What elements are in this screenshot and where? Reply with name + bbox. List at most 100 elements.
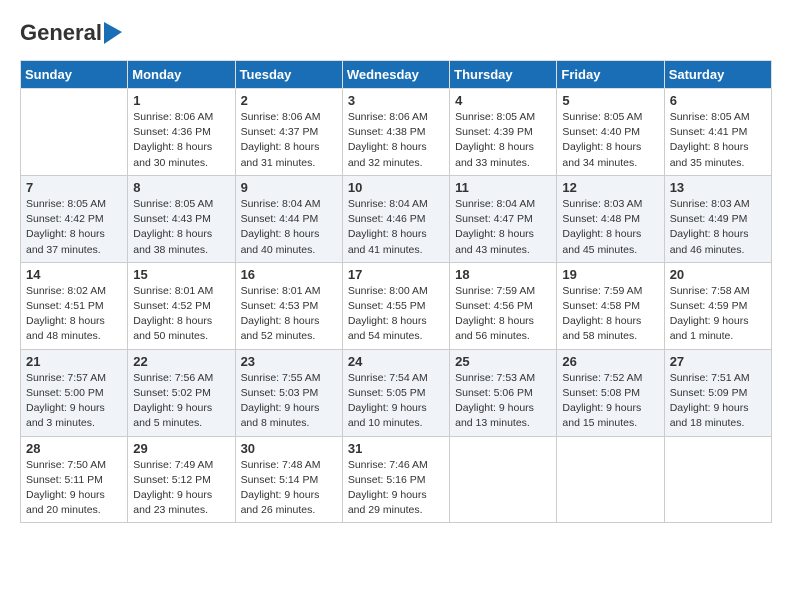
- calendar-day-cell: 31 Sunrise: 7:46 AM Sunset: 5:16 PM Dayli…: [342, 436, 449, 523]
- page-header: General: [20, 20, 772, 44]
- day-number: 5: [562, 93, 658, 108]
- calendar-day-cell: 13Sunrise: 8:03 AM Sunset: 4:49 PM Dayli…: [664, 175, 771, 262]
- day-info: Sunrise: 8:05 AM Sunset: 4:39 PM Dayligh…: [455, 110, 551, 171]
- day-info: Sunrise: 8:06 AM Sunset: 4:36 PM Dayligh…: [133, 110, 229, 171]
- day-number: 2: [241, 93, 337, 108]
- calendar-day-cell: 17 Sunrise: 8:00 AM Sunset: 4:55 PM Dayli…: [342, 262, 449, 349]
- calendar-day-cell: 2 Sunrise: 8:06 AM Sunset: 4:37 PM Daylig…: [235, 89, 342, 176]
- day-number: 8: [133, 180, 229, 195]
- day-number: 22: [133, 354, 229, 369]
- day-info: Sunrise: 8:01 AM Sunset: 4:52 PM Dayligh…: [133, 284, 229, 345]
- logo-arrow-icon: [104, 22, 122, 44]
- calendar-day-cell: 11 Sunrise: 8:04 AM Sunset: 4:47 PM Dayli…: [450, 175, 557, 262]
- calendar-day-cell: 3 Sunrise: 8:06 AM Sunset: 4:38 PM Daylig…: [342, 89, 449, 176]
- day-number: 12: [562, 180, 658, 195]
- day-info: Sunrise: 7:55 AM Sunset: 5:03 PM Dayligh…: [241, 371, 337, 432]
- calendar-week-row: 7 Sunrise: 8:05 AM Sunset: 4:42 PM Daylig…: [21, 175, 772, 262]
- day-info: Sunrise: 8:04 AM Sunset: 4:46 PM Dayligh…: [348, 197, 444, 258]
- calendar-day-cell: 30 Sunrise: 7:48 AM Sunset: 5:14 PM Dayli…: [235, 436, 342, 523]
- day-number: 29: [133, 441, 229, 456]
- day-info: Sunrise: 8:05 AM Sunset: 4:41 PM Dayligh…: [670, 110, 766, 171]
- calendar-day-cell: 23 Sunrise: 7:55 AM Sunset: 5:03 PM Dayli…: [235, 349, 342, 436]
- calendar-day-cell: 1 Sunrise: 8:06 AM Sunset: 4:36 PM Daylig…: [128, 89, 235, 176]
- day-number: 11: [455, 180, 551, 195]
- day-info: Sunrise: 7:53 AM Sunset: 5:06 PM Dayligh…: [455, 371, 551, 432]
- calendar-day-cell: 12 Sunrise: 8:03 AM Sunset: 4:48 PM Dayli…: [557, 175, 664, 262]
- calendar-day-cell: [450, 436, 557, 523]
- day-info: Sunrise: 7:51 AM Sunset: 5:09 PM Dayligh…: [670, 371, 766, 432]
- weekday-header: Sunday: [21, 61, 128, 89]
- calendar-week-row: 1 Sunrise: 8:06 AM Sunset: 4:36 PM Daylig…: [21, 89, 772, 176]
- weekday-header: Thursday: [450, 61, 557, 89]
- day-number: 9: [241, 180, 337, 195]
- weekday-header: Tuesday: [235, 61, 342, 89]
- calendar-day-cell: 10Sunrise: 8:04 AM Sunset: 4:46 PM Dayli…: [342, 175, 449, 262]
- day-number: 20: [670, 267, 766, 282]
- weekday-header: Monday: [128, 61, 235, 89]
- day-info: Sunrise: 8:04 AM Sunset: 4:47 PM Dayligh…: [455, 197, 551, 258]
- day-info: Sunrise: 8:06 AM Sunset: 4:38 PM Dayligh…: [348, 110, 444, 171]
- day-number: 27: [670, 354, 766, 369]
- day-info: Sunrise: 7:50 AM Sunset: 5:11 PM Dayligh…: [26, 458, 122, 519]
- day-info: Sunrise: 7:57 AM Sunset: 5:00 PM Dayligh…: [26, 371, 122, 432]
- day-info: Sunrise: 8:05 AM Sunset: 4:42 PM Dayligh…: [26, 197, 122, 258]
- calendar-day-cell: 26 Sunrise: 7:52 AM Sunset: 5:08 PM Dayli…: [557, 349, 664, 436]
- day-number: 31: [348, 441, 444, 456]
- weekday-header: Saturday: [664, 61, 771, 89]
- day-info: Sunrise: 8:03 AM Sunset: 4:48 PM Dayligh…: [562, 197, 658, 258]
- day-info: Sunrise: 8:05 AM Sunset: 4:43 PM Dayligh…: [133, 197, 229, 258]
- day-info: Sunrise: 8:06 AM Sunset: 4:37 PM Dayligh…: [241, 110, 337, 171]
- calendar-day-cell: 25 Sunrise: 7:53 AM Sunset: 5:06 PM Dayli…: [450, 349, 557, 436]
- calendar-day-cell: 9Sunrise: 8:04 AM Sunset: 4:44 PM Daylig…: [235, 175, 342, 262]
- calendar-day-cell: [21, 89, 128, 176]
- calendar-table: SundayMondayTuesdayWednesdayThursdayFrid…: [20, 60, 772, 523]
- calendar-day-cell: 5 Sunrise: 8:05 AM Sunset: 4:40 PM Daylig…: [557, 89, 664, 176]
- day-number: 13: [670, 180, 766, 195]
- calendar-day-cell: 4Sunrise: 8:05 AM Sunset: 4:39 PM Daylig…: [450, 89, 557, 176]
- day-info: Sunrise: 8:00 AM Sunset: 4:55 PM Dayligh…: [348, 284, 444, 345]
- day-number: 26: [562, 354, 658, 369]
- logo-text-general: General: [20, 20, 102, 46]
- day-number: 23: [241, 354, 337, 369]
- calendar-week-row: 28 Sunrise: 7:50 AM Sunset: 5:11 PM Dayli…: [21, 436, 772, 523]
- calendar-day-cell: 15Sunrise: 8:01 AM Sunset: 4:52 PM Dayli…: [128, 262, 235, 349]
- day-number: 1: [133, 93, 229, 108]
- day-number: 16: [241, 267, 337, 282]
- weekday-header: Friday: [557, 61, 664, 89]
- day-info: Sunrise: 7:48 AM Sunset: 5:14 PM Dayligh…: [241, 458, 337, 519]
- day-number: 18: [455, 267, 551, 282]
- day-number: 30: [241, 441, 337, 456]
- calendar-day-cell: 28 Sunrise: 7:50 AM Sunset: 5:11 PM Dayli…: [21, 436, 128, 523]
- day-number: 3: [348, 93, 444, 108]
- calendar-day-cell: 27 Sunrise: 7:51 AM Sunset: 5:09 PM Dayli…: [664, 349, 771, 436]
- day-info: Sunrise: 7:46 AM Sunset: 5:16 PM Dayligh…: [348, 458, 444, 519]
- day-number: 21: [26, 354, 122, 369]
- day-info: Sunrise: 7:59 AM Sunset: 4:58 PM Dayligh…: [562, 284, 658, 345]
- day-number: 7: [26, 180, 122, 195]
- calendar-day-cell: 19 Sunrise: 7:59 AM Sunset: 4:58 PM Dayli…: [557, 262, 664, 349]
- day-info: Sunrise: 7:49 AM Sunset: 5:12 PM Dayligh…: [133, 458, 229, 519]
- calendar-day-cell: 22 Sunrise: 7:56 AM Sunset: 5:02 PM Dayli…: [128, 349, 235, 436]
- day-number: 14: [26, 267, 122, 282]
- logo: General: [20, 20, 122, 44]
- calendar-week-row: 21 Sunrise: 7:57 AM Sunset: 5:00 PM Dayli…: [21, 349, 772, 436]
- day-number: 25: [455, 354, 551, 369]
- calendar-day-cell: 20 Sunrise: 7:58 AM Sunset: 4:59 PM Dayli…: [664, 262, 771, 349]
- calendar-day-cell: 16Sunrise: 8:01 AM Sunset: 4:53 PM Dayli…: [235, 262, 342, 349]
- day-info: Sunrise: 7:59 AM Sunset: 4:56 PM Dayligh…: [455, 284, 551, 345]
- calendar-day-cell: [664, 436, 771, 523]
- weekday-header: Wednesday: [342, 61, 449, 89]
- calendar-day-cell: 18 Sunrise: 7:59 AM Sunset: 4:56 PM Dayli…: [450, 262, 557, 349]
- day-info: Sunrise: 7:52 AM Sunset: 5:08 PM Dayligh…: [562, 371, 658, 432]
- day-number: 28: [26, 441, 122, 456]
- day-info: Sunrise: 8:05 AM Sunset: 4:40 PM Dayligh…: [562, 110, 658, 171]
- day-number: 19: [562, 267, 658, 282]
- calendar-day-cell: 8 Sunrise: 8:05 AM Sunset: 4:43 PM Daylig…: [128, 175, 235, 262]
- day-number: 17: [348, 267, 444, 282]
- day-info: Sunrise: 7:56 AM Sunset: 5:02 PM Dayligh…: [133, 371, 229, 432]
- calendar-day-cell: 14Sunrise: 8:02 AM Sunset: 4:51 PM Dayli…: [21, 262, 128, 349]
- calendar-day-cell: 24Sunrise: 7:54 AM Sunset: 5:05 PM Dayli…: [342, 349, 449, 436]
- day-number: 24: [348, 354, 444, 369]
- day-info: Sunrise: 7:58 AM Sunset: 4:59 PM Dayligh…: [670, 284, 766, 345]
- calendar-day-cell: 29 Sunrise: 7:49 AM Sunset: 5:12 PM Dayli…: [128, 436, 235, 523]
